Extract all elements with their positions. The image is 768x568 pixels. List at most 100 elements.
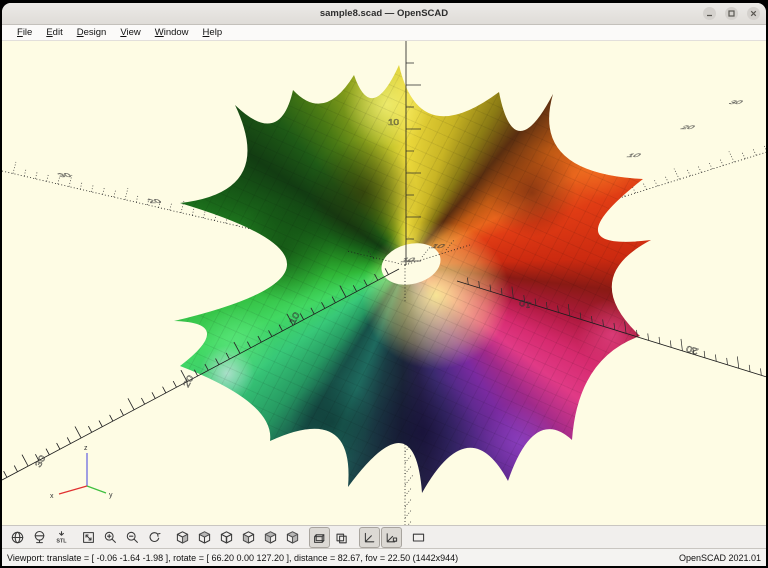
axis-line (741, 152, 746, 159)
axis-line (88, 425, 93, 433)
view-back-icon (286, 530, 298, 544)
view-center-icon (336, 533, 347, 543)
svg-text:STL: STL (56, 538, 67, 544)
axis-line (752, 148, 757, 156)
zoom-in-button[interactable] (100, 527, 121, 548)
view-top-button[interactable] (194, 527, 215, 548)
view-all-rect-icon (412, 533, 425, 542)
axis-line (180, 370, 188, 382)
view-toolbar: STL (2, 525, 766, 548)
axis-line (658, 336, 661, 344)
axis-line (708, 162, 713, 170)
axis-line (74, 426, 82, 439)
axis-line (12, 161, 17, 174)
axis-line (404, 487, 412, 497)
view-right-button[interactable] (172, 527, 193, 548)
axis-line (763, 145, 766, 151)
window-controls (703, 7, 760, 20)
maximize-button[interactable] (725, 7, 738, 20)
axis-line (172, 380, 177, 388)
axis-line (654, 179, 658, 187)
axis-line (669, 340, 672, 348)
reset-view-icon (149, 531, 161, 542)
axis-line (46, 174, 49, 182)
axis-line (147, 198, 150, 206)
view-bottom-icon (220, 530, 232, 544)
view-bottom-button[interactable] (216, 527, 237, 548)
axis-number-label: 20 (146, 198, 164, 204)
reset-view-button[interactable] (144, 527, 165, 548)
window-title: sample8.scad — OpenSCAD (319, 8, 449, 19)
axis-line (748, 364, 751, 372)
menu-item-file[interactable]: File (10, 26, 39, 40)
axis-line (760, 368, 762, 376)
zoom-all-icon (83, 531, 94, 543)
axis-line (13, 465, 18, 472)
axis-line (151, 392, 156, 399)
axis-line (66, 437, 71, 444)
axis-line (728, 151, 735, 163)
axis-line (21, 454, 29, 467)
axis-line (98, 420, 103, 427)
view-diagonal-icon (314, 533, 325, 543)
zoom-in-icon (104, 531, 116, 543)
axis-number-label: 20 (679, 125, 697, 130)
axis-line (3, 471, 8, 478)
zoom-out-button[interactable] (122, 527, 143, 548)
gyroid-surface-render (2, 41, 766, 525)
gizmo-y-label: y (109, 492, 113, 499)
menu-item-help[interactable]: Help (196, 26, 230, 40)
title-bar: sample8.scad — OpenSCAD (2, 3, 766, 25)
axis-line (180, 370, 188, 382)
axis-line (119, 409, 124, 416)
axis-line (664, 176, 669, 183)
axis-line (404, 509, 412, 519)
3d-viewport[interactable]: 10 20 30 20 30 10 20 30 10 20 10 10 10 z x y (2, 41, 766, 525)
axis-line (214, 213, 217, 221)
axis-line (407, 520, 412, 525)
view-front-button[interactable] (260, 527, 281, 548)
view-right-icon (176, 530, 188, 544)
axis-line (113, 190, 116, 198)
close-button[interactable] (747, 7, 760, 20)
axis-line (21, 454, 29, 467)
axis-line (88, 425, 93, 433)
axis-line (23, 169, 27, 177)
axis-line (719, 159, 724, 166)
axis-line (57, 177, 60, 185)
view-diagonal-button[interactable] (309, 526, 330, 548)
axis-line (141, 397, 145, 405)
axis-line (102, 187, 105, 195)
axis-line (74, 426, 82, 439)
menu-item-view[interactable]: View (113, 26, 147, 40)
menu-item-edit[interactable]: Edit (39, 26, 69, 40)
view-center-button[interactable] (331, 527, 352, 548)
axis-line (68, 174, 73, 187)
axis-number-label: 10 (625, 153, 643, 158)
menu-item-window[interactable]: Window (148, 26, 196, 40)
zoom-all-button[interactable] (78, 527, 99, 548)
axis-line (169, 203, 172, 211)
render-icon (34, 530, 44, 543)
perspective-icon (364, 532, 374, 542)
render-button[interactable] (29, 527, 50, 548)
export-stl-button[interactable]: STL (51, 527, 72, 548)
menu-bar: File Edit Design View Window Help (2, 25, 766, 41)
axis-line (124, 187, 129, 200)
view-back-button[interactable] (282, 527, 303, 548)
axis-line (162, 386, 167, 394)
minimize-button[interactable] (703, 7, 716, 20)
maximize-icon (728, 10, 735, 17)
axis-line (203, 211, 206, 219)
axis-line (172, 380, 177, 388)
menu-item-design[interactable]: Design (70, 26, 114, 40)
axis-line (35, 454, 40, 461)
axis-line (726, 357, 728, 365)
view-all-rect-button[interactable] (408, 527, 429, 548)
axis-line (632, 186, 636, 194)
perspective-button[interactable] (358, 526, 380, 548)
axis-line (191, 208, 195, 216)
orthogonal-button[interactable] (380, 526, 402, 548)
preview-button[interactable] (7, 527, 28, 548)
view-left-button[interactable] (238, 527, 259, 548)
